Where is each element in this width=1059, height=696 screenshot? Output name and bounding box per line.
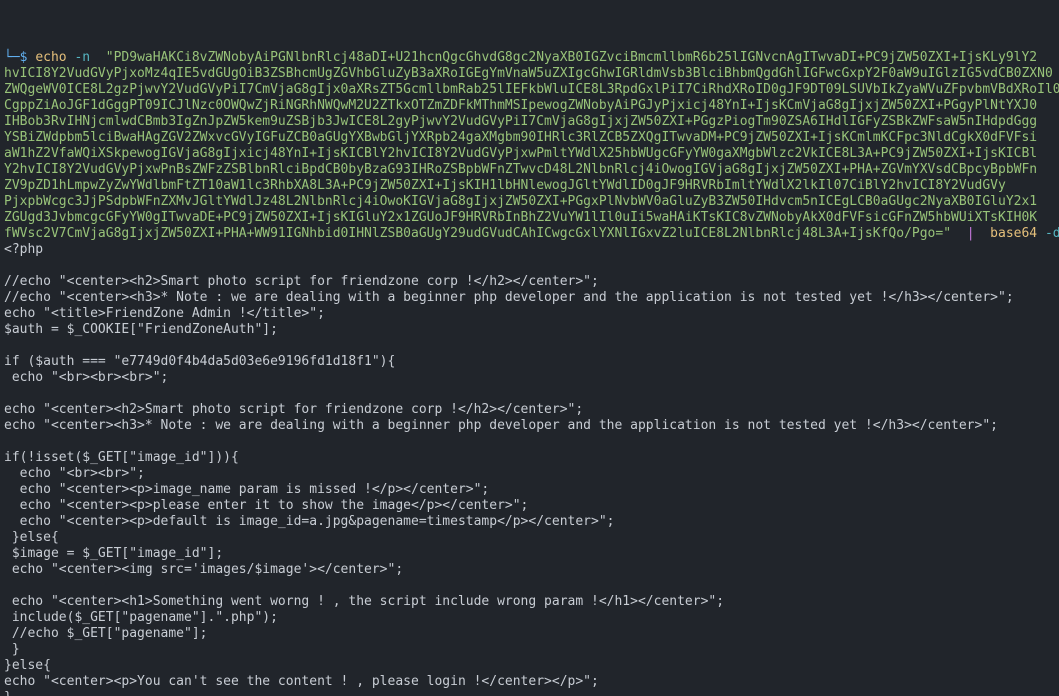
decoded-php-output: <?php //echo "<center><h2>Smart photo sc…: [4, 242, 1014, 696]
terminal-window[interactable]: └─$ echo -n "PD9waHAKCi8vZWNobyAiPGNlbnR…: [0, 48, 1059, 696]
base64-flag-d: -d: [1045, 226, 1059, 241]
pipe-operator: |: [967, 226, 975, 241]
prompt-corner: └─: [4, 50, 20, 65]
echo-flag-n: -n: [74, 50, 90, 65]
echo-command: echo: [35, 50, 66, 65]
base64-command: base64: [990, 226, 1037, 241]
prompt-dollar: $: [20, 50, 28, 65]
base64-string-arg: "PD9waHAKCi8vZWNobyAiPGNlbnRlcj48aDI+U21…: [4, 50, 1059, 241]
